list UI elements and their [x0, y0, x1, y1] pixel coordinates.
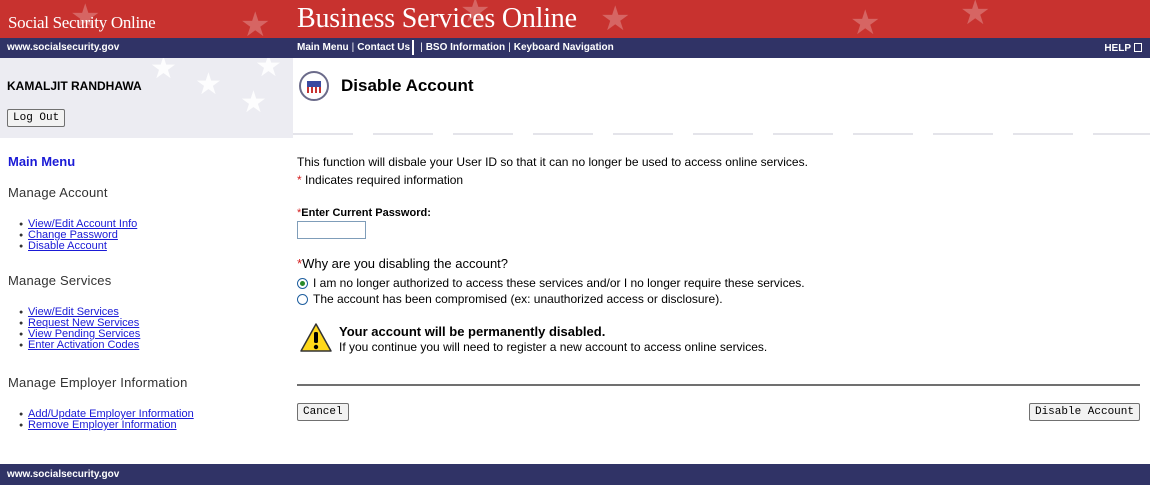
- required-note: * Indicates required information: [297, 173, 463, 187]
- star-decoration: ★: [240, 86, 267, 119]
- reason-option-no-longer-authorized[interactable]: I am no longer authorized to access thes…: [297, 276, 805, 290]
- nav-keyboard-navigation-link[interactable]: Keyboard Navigation: [514, 42, 614, 53]
- section-manage-account: Manage Account: [8, 185, 108, 200]
- disable-account-button[interactable]: Disable Account: [1028, 403, 1140, 421]
- user-panel: ★ ★ ★ ★ KAMALJIT RANDHAWA Log Out: [0, 58, 293, 138]
- disable-account-link[interactable]: Disable Account: [28, 240, 107, 252]
- manage-account-list: View/Edit Account Info Change Password D…: [19, 219, 137, 253]
- warning-icon: [300, 323, 332, 352]
- reason-option-label: The account has been compromised (ex: un…: [313, 292, 723, 306]
- nav-bso-information-link[interactable]: BSO Information: [426, 42, 505, 53]
- ssa-seal-icon: [299, 71, 329, 101]
- nav-contact-us-link[interactable]: Contact Us: [357, 42, 410, 53]
- warning-text: If you continue you will need to registe…: [339, 340, 768, 354]
- user-name: KAMALJIT RANDHAWA: [7, 79, 142, 93]
- section-manage-employer-information: Manage Employer Information: [8, 375, 188, 390]
- required-note-text: Indicates required information: [301, 173, 464, 187]
- footer-site-url-link[interactable]: www.socialsecurity.gov: [7, 469, 119, 480]
- cancel-button[interactable]: Cancel: [297, 403, 349, 421]
- banner-star-decoration: ★: [850, 4, 881, 38]
- manage-employer-list: Add/Update Employer Information Remove E…: [19, 409, 194, 432]
- radio-unselected[interactable]: [297, 293, 308, 305]
- header-divider: [293, 133, 1150, 135]
- page-title: Disable Account: [341, 76, 474, 95]
- star-decoration: ★: [195, 68, 222, 101]
- remove-employer-link[interactable]: Remove Employer Information: [28, 419, 177, 431]
- top-nav-links: Main Menu | Contact Us | BSO Information | Key…: [297, 40, 614, 55]
- section-manage-services: Manage Services: [8, 273, 112, 288]
- nav-separator: |: [420, 42, 423, 53]
- star-decoration: ★: [255, 58, 282, 83]
- password-label-text: Enter Current Password:: [301, 207, 431, 219]
- new-window-icon: [412, 40, 415, 55]
- form-divider: [297, 384, 1140, 386]
- manage-services-list: View/Edit Services Request New Services …: [19, 307, 140, 352]
- site-banner: ★ ★ ★ ★ ★ ★ Social Security Online Busin…: [0, 0, 1150, 38]
- help-icon: [1134, 43, 1142, 52]
- social-security-online-link[interactable]: Social Security Online: [8, 13, 156, 33]
- reason-option-compromised[interactable]: The account has been compromised (ex: un…: [297, 292, 723, 306]
- footer: www.socialsecurity.gov: [0, 464, 1150, 485]
- nav-main-menu-link[interactable]: Main Menu: [297, 42, 349, 53]
- sidebar-main-menu-link[interactable]: Main Menu: [8, 154, 75, 169]
- help-label: HELP: [1104, 43, 1131, 54]
- banner-star-decoration: ★: [600, 0, 631, 38]
- list-item: Remove Employer Information: [19, 419, 194, 432]
- reason-option-label: I am no longer authorized to access thes…: [313, 276, 805, 290]
- logout-button[interactable]: Log Out: [7, 109, 66, 127]
- page-header: Disable Account: [293, 58, 1150, 138]
- reason-label: *Why are you disabling the account?: [297, 256, 508, 271]
- banner-star-decoration: ★: [240, 6, 271, 38]
- nav-separator: |: [508, 42, 511, 53]
- password-label: *Enter Current Password:: [297, 207, 431, 219]
- app-title: Business Services Online: [297, 3, 577, 34]
- nav-separator: |: [351, 42, 355, 53]
- top-nav-bar: www.socialsecurity.gov Main Menu | Contact…: [0, 38, 1150, 58]
- list-item: Disable Account: [19, 240, 137, 253]
- banner-star-decoration: ★: [960, 0, 991, 32]
- help-link[interactable]: HELP: [1104, 42, 1142, 54]
- intro-text: This function will disbale your User ID …: [297, 155, 808, 169]
- warning-title: Your account will be permanently disable…: [339, 324, 606, 339]
- reason-label-text: Why are you disabling the account?: [302, 256, 509, 271]
- enter-activation-codes-link[interactable]: Enter Activation Codes: [28, 339, 139, 351]
- list-item: Enter Activation Codes: [19, 339, 140, 352]
- radio-selected[interactable]: [297, 277, 308, 289]
- current-password-input[interactable]: [297, 221, 366, 239]
- star-decoration: ★: [150, 58, 177, 85]
- site-url-link[interactable]: www.socialsecurity.gov: [7, 42, 119, 53]
